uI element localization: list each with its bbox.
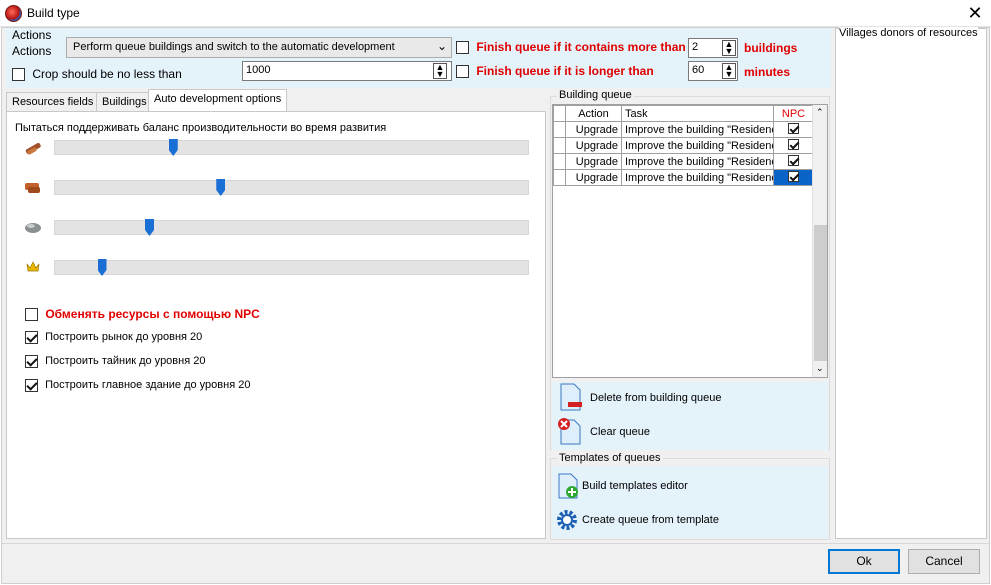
finish-time-checkbox[interactable] (456, 65, 469, 79)
queue-corner (553, 105, 566, 122)
actions-combo[interactable]: Perform queue buildings and switch to th… (66, 37, 452, 58)
finish-count-label: Finish queue if it contains more than (476, 40, 686, 54)
column-action[interactable]: Action (565, 105, 622, 122)
row-action: Upgrade (565, 169, 622, 186)
tab-resources-fields[interactable]: Resources fields (6, 92, 100, 111)
window-title: Build type (27, 6, 80, 20)
crop-checkbox[interactable] (12, 68, 25, 82)
clay-slider[interactable] (54, 180, 529, 195)
row-action: Upgrade (565, 153, 622, 170)
row-header (553, 169, 566, 186)
table-row[interactable]: Upgrade Improve the building "Residence" (553, 121, 814, 138)
row-action: Upgrade (565, 137, 622, 154)
build-main-checkbox[interactable] (25, 379, 38, 392)
donors-panel[interactable] (835, 28, 987, 539)
building-queue-list[interactable]: Action Task NPC Upgrade Improve the buil… (552, 104, 828, 378)
finish-time-spinner[interactable]: ▲ ▼ (722, 63, 736, 79)
actions-label: Actions (12, 28, 52, 42)
auto-dev-panel (6, 111, 546, 539)
row-header (553, 137, 566, 154)
wood-icon (23, 140, 43, 156)
wood-slider[interactable] (54, 140, 529, 155)
build-cache-checkbox[interactable] (25, 355, 38, 368)
chevron-down-icon: ⌄ (436, 39, 447, 53)
npc-exchange-label: Обменять ресурсы с помощью NPC (45, 307, 260, 321)
finish-count-unit: buildings (744, 41, 798, 55)
column-task[interactable]: Task (621, 105, 774, 122)
document-add-icon (558, 473, 578, 499)
npc-exchange-row[interactable]: Обменять ресурсы с помощью NPC (25, 307, 260, 322)
npc-exchange-checkbox[interactable] (25, 308, 38, 322)
iron-icon (23, 219, 43, 235)
ok-button[interactable]: Ok (828, 549, 900, 574)
build-main-row[interactable]: Построить главное здание до уровня 20 (25, 379, 250, 392)
row-task: Improve the building "Residence" (621, 153, 774, 170)
table-row[interactable]: Upgrade Improve the building "Residence" (553, 137, 814, 154)
clear-icon (558, 418, 581, 445)
build-cache-row[interactable]: Построить тайник до уровня 20 (25, 355, 205, 368)
crop-icon (25, 259, 41, 275)
chevron-down-icon[interactable]: ⌄ (816, 363, 824, 374)
create-from-template-label: Create queue from template (582, 514, 719, 526)
app-icon (5, 5, 22, 22)
tab-auto-development[interactable]: Auto development options (148, 89, 288, 112)
clay-icon (23, 179, 43, 195)
crop-input[interactable]: 1000 (242, 61, 452, 81)
row-header (553, 121, 566, 138)
finish-count-row[interactable]: Finish queue if it contains more than (456, 40, 686, 55)
build-market-row[interactable]: Построить рынок до уровня 20 (25, 331, 202, 344)
row-task: Improve the building "Residence" (621, 121, 774, 138)
actions-label-2: Actions (12, 44, 52, 58)
balance-label: Пытаться поддерживать баланс производите… (15, 122, 387, 134)
document-remove-icon (560, 383, 582, 411)
finish-count-value: 2 (692, 41, 699, 53)
queue-scrollbar-thumb[interactable] (814, 225, 827, 361)
build-cache-label: Построить тайник до уровня 20 (45, 355, 206, 368)
finish-count-spinner[interactable]: ▲ ▼ (722, 40, 736, 56)
row-npc-checkbox[interactable] (788, 122, 799, 134)
build-market-checkbox[interactable] (25, 331, 38, 344)
finish-time-unit: minutes (744, 65, 791, 79)
row-header (553, 153, 566, 170)
table-row[interactable]: Upgrade Improve the building "Residence" (553, 153, 814, 170)
title-bar: Build type ✕ (0, 0, 991, 27)
row-npc-checkbox[interactable] (788, 154, 799, 166)
donors-title: Villages donors of resources (839, 27, 978, 39)
queue-scrollbar[interactable]: ⌃ ⌄ (812, 105, 827, 377)
iron-slider[interactable] (54, 220, 529, 235)
finish-count-checkbox[interactable] (456, 41, 469, 55)
row-npc-checkbox[interactable] (788, 138, 799, 150)
templates-title: Templates of queues (557, 452, 663, 464)
finish-time-row[interactable]: Finish queue if it is longer than (456, 64, 654, 79)
close-button[interactable]: ✕ (962, 2, 988, 24)
build-main-label: Построить главное здание до уровня 20 (45, 379, 251, 392)
crop-slider[interactable] (54, 260, 529, 275)
create-from-template-button[interactable]: Create queue from template (556, 508, 736, 536)
crop-spinner[interactable]: ▲ ▼ (433, 63, 447, 79)
cancel-button[interactable]: Cancel (908, 549, 980, 574)
build-market-label: Построить рынок до уровня 20 (45, 331, 203, 344)
building-queue-title: Building queue (557, 89, 634, 101)
finish-time-label: Finish queue if it is longer than (476, 64, 654, 78)
table-row[interactable]: Upgrade Improve the building "Residence" (553, 169, 814, 186)
templates-editor-button[interactable]: Build templates editor (556, 472, 736, 502)
finish-time-value: 60 (692, 64, 705, 76)
crop-label: Crop should be no less than (32, 67, 182, 81)
row-npc-checkbox[interactable] (788, 170, 799, 182)
templates-editor-label: Build templates editor (582, 480, 688, 492)
gear-icon (557, 510, 577, 530)
tab-buildings[interactable]: Buildings (96, 92, 153, 111)
delete-from-queue-label: Delete from building queue (590, 392, 722, 404)
clear-queue-label: Clear queue (590, 426, 650, 438)
chevron-up-icon[interactable]: ⌃ (816, 107, 824, 118)
crop-checkbox-row[interactable]: Crop should be no less than (12, 67, 182, 82)
row-task: Improve the building "Residence" (621, 169, 774, 186)
row-action: Upgrade (565, 121, 622, 138)
row-task: Improve the building "Residence" (621, 137, 774, 154)
crop-value: 1000 (246, 64, 271, 76)
column-npc[interactable]: NPC (773, 105, 814, 122)
clear-queue-button[interactable]: Clear queue (556, 416, 736, 448)
actions-combo-value: Perform queue buildings and switch to th… (73, 41, 395, 53)
delete-from-queue-button[interactable]: Delete from building queue (556, 382, 736, 414)
